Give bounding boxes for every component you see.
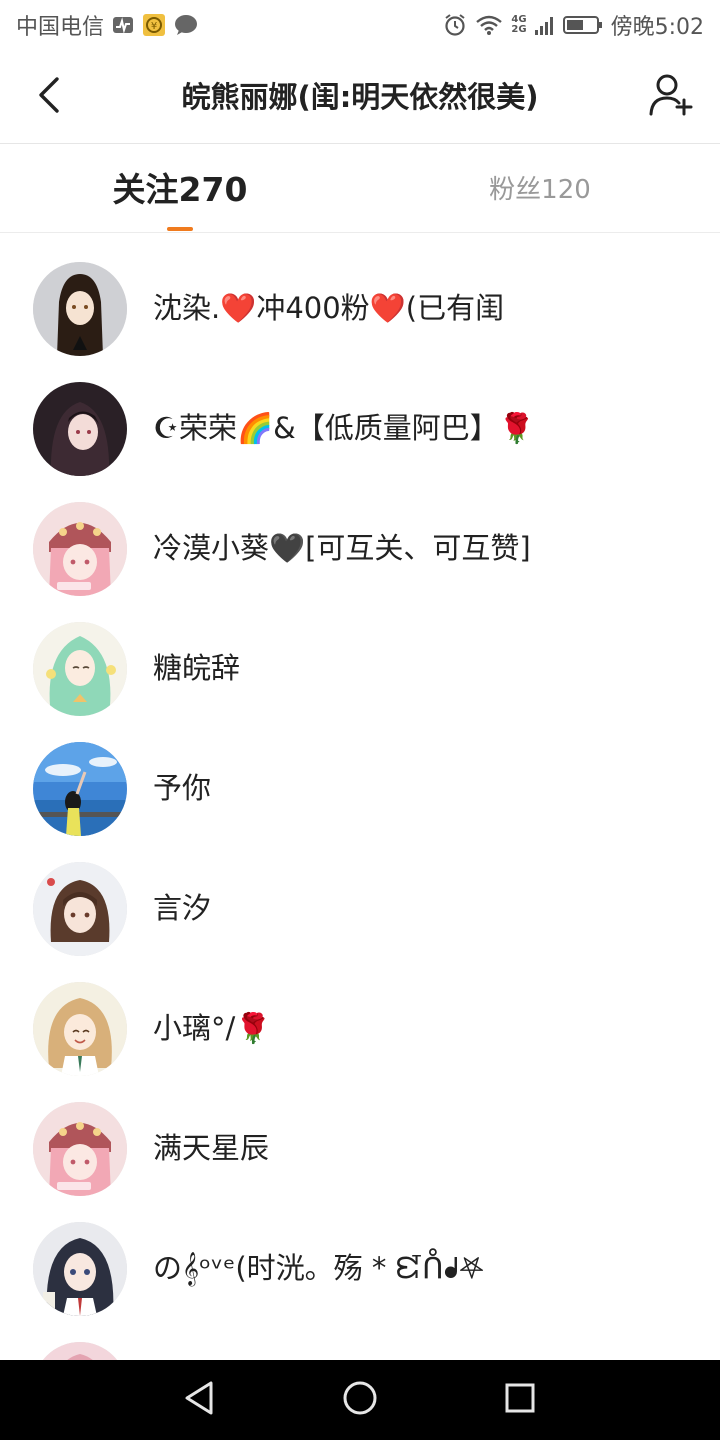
list-item[interactable]: 言汐 — [0, 848, 720, 968]
user-name — [153, 1328, 696, 1360]
recents-square-icon — [504, 1382, 536, 1418]
nav-recents-button[interactable] — [496, 1376, 544, 1424]
list-item[interactable] — [0, 233, 720, 241]
list-item[interactable] — [0, 1328, 720, 1360]
wifi-icon — [475, 14, 503, 36]
user-name: 予你 — [153, 771, 212, 805]
home-circle-icon — [342, 1380, 378, 1420]
avatar[interactable] — [33, 742, 127, 836]
list-item[interactable]: 小璃°/🌹 — [0, 968, 720, 1088]
status-left: 中国电信 ¥ — [16, 9, 198, 41]
avatar[interactable] — [33, 382, 127, 476]
user-name: 糖皖辞 — [153, 651, 241, 685]
title-bar: 皖熊丽娜(闺:明天依然很美) — [0, 50, 720, 144]
status-time: 傍晚5:02 — [610, 15, 704, 40]
chevron-left-icon — [35, 75, 63, 119]
status-bar: 中国电信 ¥ 4G 2G 傍晚5:02 — [0, 0, 720, 50]
avatar[interactable] — [33, 262, 127, 356]
user-name: の𝄞ᵒᵛᵉ(时洸。殇 * ᘿᑍᖱ𖤐 — [153, 1251, 485, 1285]
active-tab-indicator — [167, 227, 193, 231]
signal-icon — [534, 14, 555, 36]
tab-following[interactable]: 关注270 — [80, 144, 280, 233]
user-name: 沈染.❤️冲400粉❤️(已有闺 — [153, 291, 505, 325]
user-name: 言汐 — [153, 891, 212, 925]
avatar[interactable] — [33, 1342, 127, 1360]
user-name: 小璃°/🌹 — [153, 1011, 272, 1045]
back-button[interactable] — [24, 72, 74, 122]
svg-text:¥: ¥ — [151, 21, 157, 32]
coin-icon: ¥ — [142, 13, 166, 37]
page-title: 皖熊丽娜(闺:明天依然很美) — [181, 80, 539, 114]
follow-tabs: 关注270 粉丝120 — [0, 144, 720, 233]
carrier-name: 中国电信 — [16, 15, 105, 40]
nav-back-button[interactable] — [176, 1376, 224, 1424]
user-name: ☪荣荣🌈&【低质量阿巴】🌹 — [153, 411, 535, 445]
system-navigation-bar — [0, 1360, 720, 1440]
avatar[interactable] — [33, 502, 127, 596]
status-right: 4G 2G 傍晚5:02 — [443, 9, 704, 41]
chat-bubble-icon — [174, 14, 198, 36]
list-item[interactable]: ☪荣荣🌈&【低质量阿巴】🌹 — [0, 368, 720, 488]
following-list[interactable]: 沈染.❤️冲400粉❤️(已有闺 ☪荣荣🌈&【低质量阿巴】🌹 冷漠小葵🖤[可互关… — [0, 233, 720, 1360]
add-user-button[interactable] — [644, 70, 698, 124]
list-item[interactable]: 冷漠小葵🖤[可互关、可互赞] — [0, 488, 720, 608]
user-name: 满天星辰 — [153, 1131, 270, 1165]
avatar[interactable] — [33, 1102, 127, 1196]
battery-icon — [562, 14, 603, 36]
back-triangle-icon — [183, 1380, 217, 1420]
list-item[interactable]: 予你 — [0, 728, 720, 848]
add-user-icon — [648, 72, 694, 122]
user-name: 冷漠小葵🖤[可互关、可互赞] — [153, 531, 531, 565]
network-type: 4G 2G — [511, 15, 526, 35]
list-item[interactable]: 糖皖辞 — [0, 608, 720, 728]
nav-home-button[interactable] — [336, 1376, 384, 1424]
avatar[interactable] — [33, 622, 127, 716]
network-type-bottom: 2G — [511, 24, 527, 35]
list-item[interactable]: 沈染.❤️冲400粉❤️(已有闺 — [0, 248, 720, 368]
list-item[interactable]: 满天星辰 — [0, 1088, 720, 1208]
activity-icon — [112, 15, 134, 35]
avatar[interactable] — [33, 862, 127, 956]
avatar[interactable] — [33, 1222, 127, 1316]
alarm-icon — [443, 13, 467, 37]
list-item[interactable]: の𝄞ᵒᵛᵉ(时洸。殇 * ᘿᑍᖱ𖤐 — [0, 1208, 720, 1328]
tab-fans[interactable]: 粉丝120 — [440, 144, 640, 233]
avatar[interactable] — [33, 982, 127, 1076]
